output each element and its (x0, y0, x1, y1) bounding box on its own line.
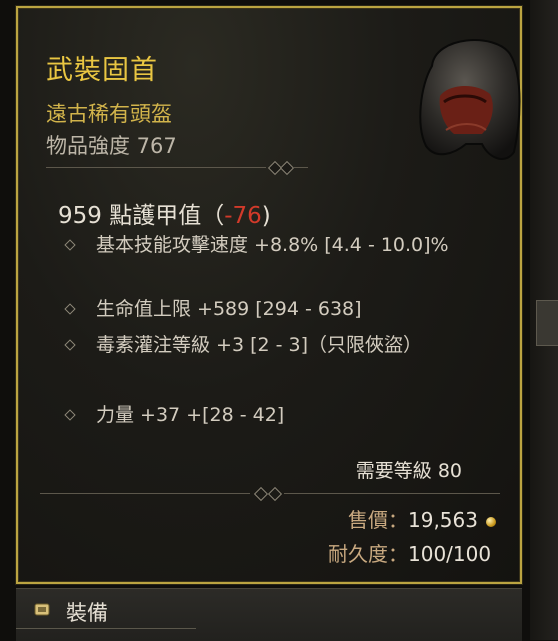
affix-text: 生命值上限 +589 [294 - 638] (96, 298, 362, 320)
armor-main: 959 點護甲值 (58, 203, 202, 229)
item-name: 武裝固首 (46, 55, 158, 86)
divider (46, 160, 308, 176)
affix-bullet-icon (64, 409, 76, 421)
item-rarity: 遠古稀有頭盔 (46, 102, 172, 126)
sell-price-label: 售價： (348, 508, 408, 532)
required-level: 需要等級 80 (355, 460, 462, 482)
affix-bullet-icon (64, 239, 76, 251)
helm-icon (419, 39, 521, 160)
armor-paren-open: （ (201, 203, 225, 229)
item-tooltip: 武裝固首 遠古稀有頭盔 物品強度 767 959 點護甲值（-76) 基本技能攻… (16, 6, 522, 584)
item-power: 物品強度 767 (46, 134, 177, 158)
affix-text: 力量 +37 +[28 - 42] (96, 404, 285, 426)
gold-coin-icon (485, 516, 496, 527)
armor-delta: -76 (224, 203, 262, 229)
durability: 耐久度：100/100 (328, 538, 491, 567)
sell-price: 售價：19,563 (348, 504, 496, 533)
durability-value: 100/100 (408, 542, 492, 566)
equip-label[interactable]: 裝備 (66, 597, 108, 627)
armor-value: 959 點護甲值（-76) (58, 196, 271, 230)
background-panel-edge (536, 300, 558, 346)
affix-bullet-icon (64, 303, 76, 315)
sell-price-value: 19,563 (408, 508, 478, 532)
affix-text: 毒素灌注等級 +3 [2 - 3]（只限俠盜） (96, 334, 423, 356)
affix-bullet-icon (64, 339, 76, 351)
durability-label: 耐久度： (328, 542, 408, 566)
next-action-bar (16, 628, 196, 641)
divider (40, 486, 500, 502)
armor-paren-close: ) (261, 203, 271, 229)
equip-key-icon (34, 603, 50, 616)
affix-text: 基本技能攻擊速度 +8.8% [4.4 - 10.0]% (96, 234, 449, 256)
